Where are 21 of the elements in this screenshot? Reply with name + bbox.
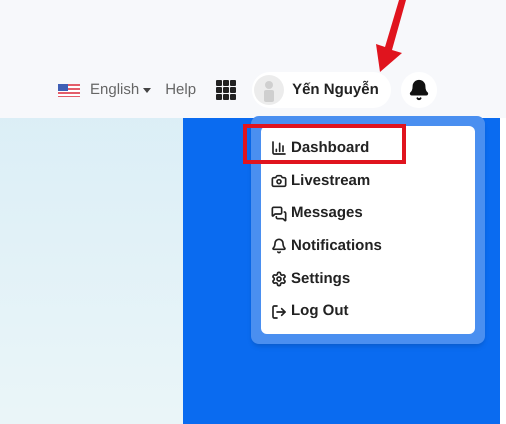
- menu-item[interactable]: Messages: [261, 197, 475, 230]
- gear-icon: [271, 271, 287, 288]
- caret-icon: [143, 88, 152, 92]
- user-menu-button[interactable]: Yến Nguyễn: [252, 72, 391, 108]
- language-dropdown[interactable]: English: [90, 78, 152, 102]
- flag-icon: [58, 84, 80, 96]
- bell-icon: [408, 79, 430, 101]
- menu-item[interactable]: Settings: [261, 262, 475, 296]
- avatar-icon: [254, 75, 284, 105]
- bell-icon: [271, 238, 287, 254]
- help-link[interactable]: Help: [165, 78, 196, 102]
- apps-grid-icon[interactable]: [216, 80, 236, 100]
- menu-item[interactable]: Notifications: [261, 230, 475, 263]
- menu-item[interactable]: Dashboard: [261, 132, 475, 165]
- chat-bubbles-icon: [271, 206, 287, 222]
- menu-item[interactable]: Log Out: [261, 295, 475, 328]
- menu-item[interactable]: Livestream: [261, 164, 475, 198]
- camera-icon: [271, 173, 287, 189]
- bar-chart-icon: [271, 140, 287, 156]
- notification-button[interactable]: [400, 72, 437, 108]
- logout-icon: [271, 304, 287, 320]
